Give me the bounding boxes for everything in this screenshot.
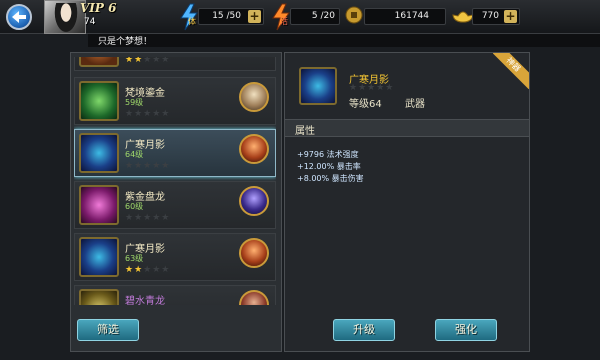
attributes-header: 属性: [285, 119, 529, 137]
item-stars: ★★★★★: [125, 109, 171, 119]
list-item[interactable]: ★★★★★: [74, 57, 276, 71]
item-list[interactable]: ★★★★★ 梵境鎏金 59级 ★★★★★ 广寒月影 64级 ★★★★★ 紫金盘龙…: [74, 57, 276, 305]
ingot-icon: [452, 11, 474, 23]
item-detail-panel: 神器 广寒月影 ★★★★★ 等级64 武器 属性 +9796 法术强度 +12.…: [284, 52, 530, 352]
item-level: 64级: [125, 150, 144, 159]
list-item[interactable]: 碧水青龙: [74, 285, 276, 305]
coin-icon: [345, 6, 363, 24]
item-thumbnail: [79, 289, 119, 305]
upgrade-button[interactable]: 升级: [333, 319, 395, 341]
item-thumbnail: [79, 185, 119, 225]
player-level: 74: [84, 17, 96, 27]
list-item[interactable]: 紫金盘龙 60级 ★★★★★: [74, 181, 276, 229]
message-text: 只是个梦想！: [98, 37, 153, 47]
artifact-ribbon: 神器: [493, 53, 529, 89]
equipment-list-panel: ★★★★★ 梵境鎏金 59级 ★★★★★ 广寒月影 64级 ★★★★★ 紫金盘龙…: [70, 52, 282, 352]
detail-stars: ★★★★★: [349, 83, 395, 93]
hero-portrait: [239, 186, 269, 216]
attributes-title: 属性: [295, 126, 315, 137]
item-stars: ★★★★★: [125, 57, 171, 65]
item-thumbnail: [79, 133, 119, 173]
enhance-button[interactable]: 强化: [435, 319, 497, 341]
attribute-line: +12.00% 暴击率: [297, 162, 361, 171]
detail-item-type: 武器: [405, 99, 425, 110]
vip-badge: VIP 6: [80, 1, 117, 15]
ribbon-label: 神器: [493, 53, 529, 89]
item-level: 59级: [125, 98, 144, 107]
ingot-value: 770: [481, 11, 499, 21]
add-stamina-button[interactable]: +: [248, 10, 261, 23]
message-bar: 只是个梦想！: [88, 34, 600, 47]
hero-portrait: [239, 134, 269, 164]
attribute-line: +9796 法术强度: [297, 150, 359, 159]
item-stars: ★★★★★: [125, 213, 171, 223]
item-thumbnail: [79, 57, 119, 67]
hero-portrait: [239, 290, 269, 305]
stamina-label: 体: [188, 17, 196, 26]
energy-label: 活: [280, 17, 288, 26]
item-stars: ★★★★★: [125, 161, 171, 171]
list-item[interactable]: 广寒月影 63级 ★★★★★: [74, 233, 276, 281]
hero-portrait: [239, 238, 269, 268]
ingot-counter: 770 +: [472, 8, 520, 25]
detail-item-level: 等级64: [349, 99, 382, 110]
list-item-selected[interactable]: 广寒月影 64级 ★★★★★: [74, 129, 276, 177]
detail-item-icon: [299, 67, 337, 105]
list-item[interactable]: 梵境鎏金 59级 ★★★★★: [74, 77, 276, 125]
item-thumbnail: [79, 81, 119, 121]
stamina-counter: 15 /50 +: [198, 8, 264, 25]
item-level: 63级: [125, 254, 144, 263]
energy-counter: 5 /20: [290, 8, 340, 25]
coin-value: 161744: [394, 11, 429, 21]
arrow-left-icon: [12, 11, 26, 23]
coin-counter: 161744: [364, 8, 446, 25]
filter-button[interactable]: 筛选: [77, 319, 139, 341]
attribute-line: +8.00% 暴击伤害: [297, 174, 364, 183]
item-level: 60级: [125, 202, 144, 211]
top-bar: VIP 6 74 体 15 /50 + 活 5 /20 161744 770 +: [0, 0, 600, 34]
back-button[interactable]: [6, 4, 32, 30]
item-thumbnail: [79, 237, 119, 277]
item-name: 碧水青龙: [125, 296, 165, 305]
hero-portrait: [239, 82, 269, 112]
add-ingot-button[interactable]: +: [504, 10, 517, 23]
energy-value: 5 /20: [311, 11, 335, 21]
stamina-value: 15 /50: [212, 11, 241, 21]
item-stars: ★★★★★: [125, 265, 171, 275]
